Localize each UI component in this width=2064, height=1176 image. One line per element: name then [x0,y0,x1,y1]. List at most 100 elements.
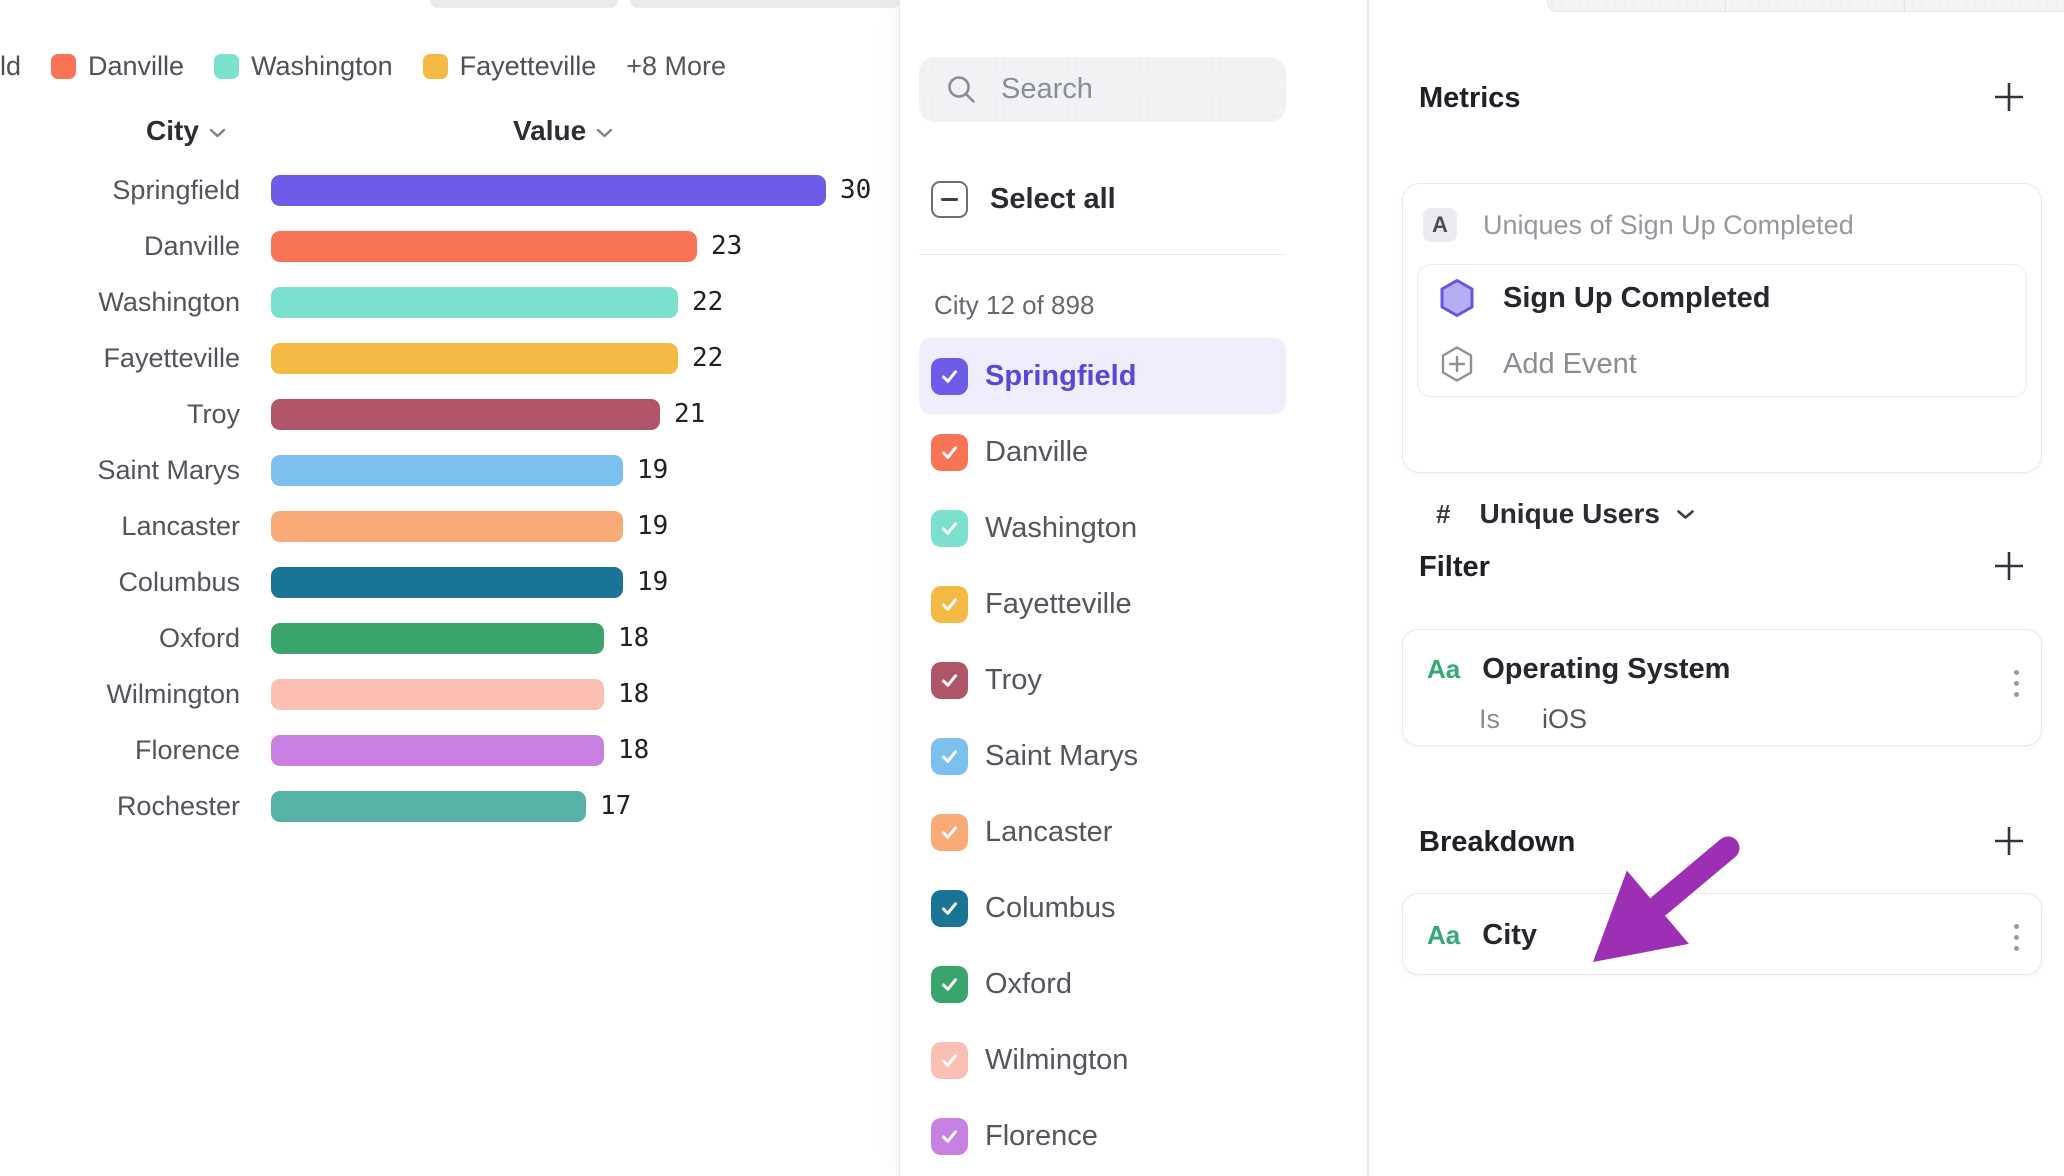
column-header-city[interactable]: City [146,115,226,147]
breakdown-card[interactable]: Aa City [1402,893,2042,975]
city-list-item[interactable]: Troy [919,642,1286,718]
city-checkbox[interactable] [931,1118,968,1155]
legend-swatch [423,54,448,79]
bar-category-label: Florence [0,735,240,766]
bar[interactable] [271,567,623,598]
bar[interactable] [271,679,604,710]
metric-card[interactable]: A Uniques of Sign Up Completed Sign Up C… [1402,183,2042,473]
bar-value-label: 23 [711,231,742,261]
add-event-label: Add Event [1503,348,1637,381]
check-icon [939,594,960,615]
bar[interactable] [271,175,826,206]
legend-item[interactable]: Washington [214,51,393,82]
city-label: Washington [985,512,1137,545]
city-label: Danville [985,436,1088,469]
string-type-icon: Aa [1427,654,1460,685]
bar-value-label: 19 [637,567,668,597]
city-checkbox[interactable] [931,814,968,851]
breakdown-menu-button[interactable] [2014,924,2019,951]
aggregation-selector[interactable]: # Unique Users [1436,498,1695,530]
bar-chart-rows: Springfield 30 Danville 23 Washington 22… [0,162,899,834]
city-list-item[interactable]: Wilmington [919,1022,1286,1098]
event-name: Sign Up Completed [1503,282,1770,315]
city-list-item[interactable]: Lancaster [919,794,1286,870]
column-header-value[interactable]: Value [513,115,613,147]
city-checkbox[interactable] [931,510,968,547]
bar[interactable] [271,511,623,542]
string-type-icon: Aa [1427,920,1460,951]
city-checkbox[interactable] [931,358,968,395]
city-label: Saint Marys [985,740,1138,773]
add-filter-button[interactable] [1992,549,2026,583]
breakdown-property: City [1482,919,1537,952]
city-checkbox[interactable] [931,966,968,1003]
bar[interactable] [271,231,697,262]
legend-item[interactable]: Danville [51,51,184,82]
city-label: Troy [985,664,1042,697]
bar-category-label: Danville [0,231,240,262]
bar[interactable] [271,791,586,822]
bar-chart-row: Columbus 19 [0,554,899,610]
segmented-control-stub[interactable] [1547,0,2064,12]
city-list-item[interactable]: Saint Marys [919,718,1286,794]
select-all-row[interactable]: Select all [931,181,1116,218]
legend-label: Danville [88,51,184,82]
bar[interactable] [271,343,678,374]
city-list-item[interactable]: Columbus [919,870,1286,946]
bar-chart-row: Saint Marys 19 [0,442,899,498]
filter-card[interactable]: Aa Operating System Is iOS [1402,629,2042,746]
city-breakdown-dropdown: Search Select all City 12 of 898 Springf… [899,0,1367,1176]
legend-item[interactable]: Fayetteville [423,51,597,82]
filter-condition[interactable]: Is iOS [1479,704,1587,735]
event-hexagon-icon [1439,278,1475,318]
city-checkbox[interactable] [931,890,968,927]
bar[interactable] [271,287,678,318]
event-row[interactable]: Sign Up Completed [1418,265,2026,331]
city-list-item[interactable]: Florence [919,1098,1286,1174]
city-checkbox[interactable] [931,434,968,471]
bar-chart-row: Springfield 30 [0,162,899,218]
chevron-down-icon [209,128,226,138]
city-label: Florence [985,1120,1098,1153]
city-label: Springfield [985,360,1136,393]
city-list-item[interactable]: Springfield [919,338,1286,414]
city-checkbox[interactable] [931,662,968,699]
bar-category-label: Rochester [0,791,240,822]
city-label: Lancaster [985,816,1112,849]
bar-category-label: Lancaster [0,511,240,542]
add-event-row[interactable]: Add Event [1418,331,2026,397]
bar-value-label: 19 [637,455,668,485]
bar[interactable] [271,455,623,486]
check-icon [939,1050,960,1071]
chart-legend: ld DanvilleWashingtonFayetteville +8 Mor… [0,51,726,82]
bar-value-label: 22 [692,287,723,317]
filter-menu-button[interactable] [2014,670,2019,697]
filter-section-title: Filter [1419,551,1490,584]
chevron-down-icon [1676,509,1695,520]
bar-category-label: Wilmington [0,679,240,710]
city-checkbox[interactable] [931,586,968,623]
city-list-item[interactable]: Fayetteville [919,566,1286,642]
city-list-item[interactable]: Danville [919,414,1286,490]
city-list-item[interactable]: Oxford [919,946,1286,1022]
search-input[interactable]: Search [919,57,1286,122]
check-icon [939,366,960,387]
select-all-label: Select all [990,183,1116,216]
bar[interactable] [271,623,604,654]
search-placeholder: Search [1001,73,1093,106]
bar[interactable] [271,735,604,766]
bar-category-label: Saint Marys [0,455,240,486]
bar[interactable] [271,399,660,430]
legend-swatch [214,54,239,79]
city-checkbox[interactable] [931,738,968,775]
add-metric-button[interactable] [1992,80,2026,114]
bar-chart-row: Washington 22 [0,274,899,330]
number-type-icon: # [1436,499,1450,530]
city-list-item[interactable]: Washington [919,490,1286,566]
select-all-checkbox[interactable] [931,181,968,218]
bar-chart-panel: ld DanvilleWashingtonFayetteville +8 Mor… [0,0,899,1176]
city-checkbox[interactable] [931,1042,968,1079]
bar-chart-row: Rochester 17 [0,778,899,834]
add-breakdown-button[interactable] [1992,824,2026,858]
legend-more-label[interactable]: +8 More [626,51,726,82]
